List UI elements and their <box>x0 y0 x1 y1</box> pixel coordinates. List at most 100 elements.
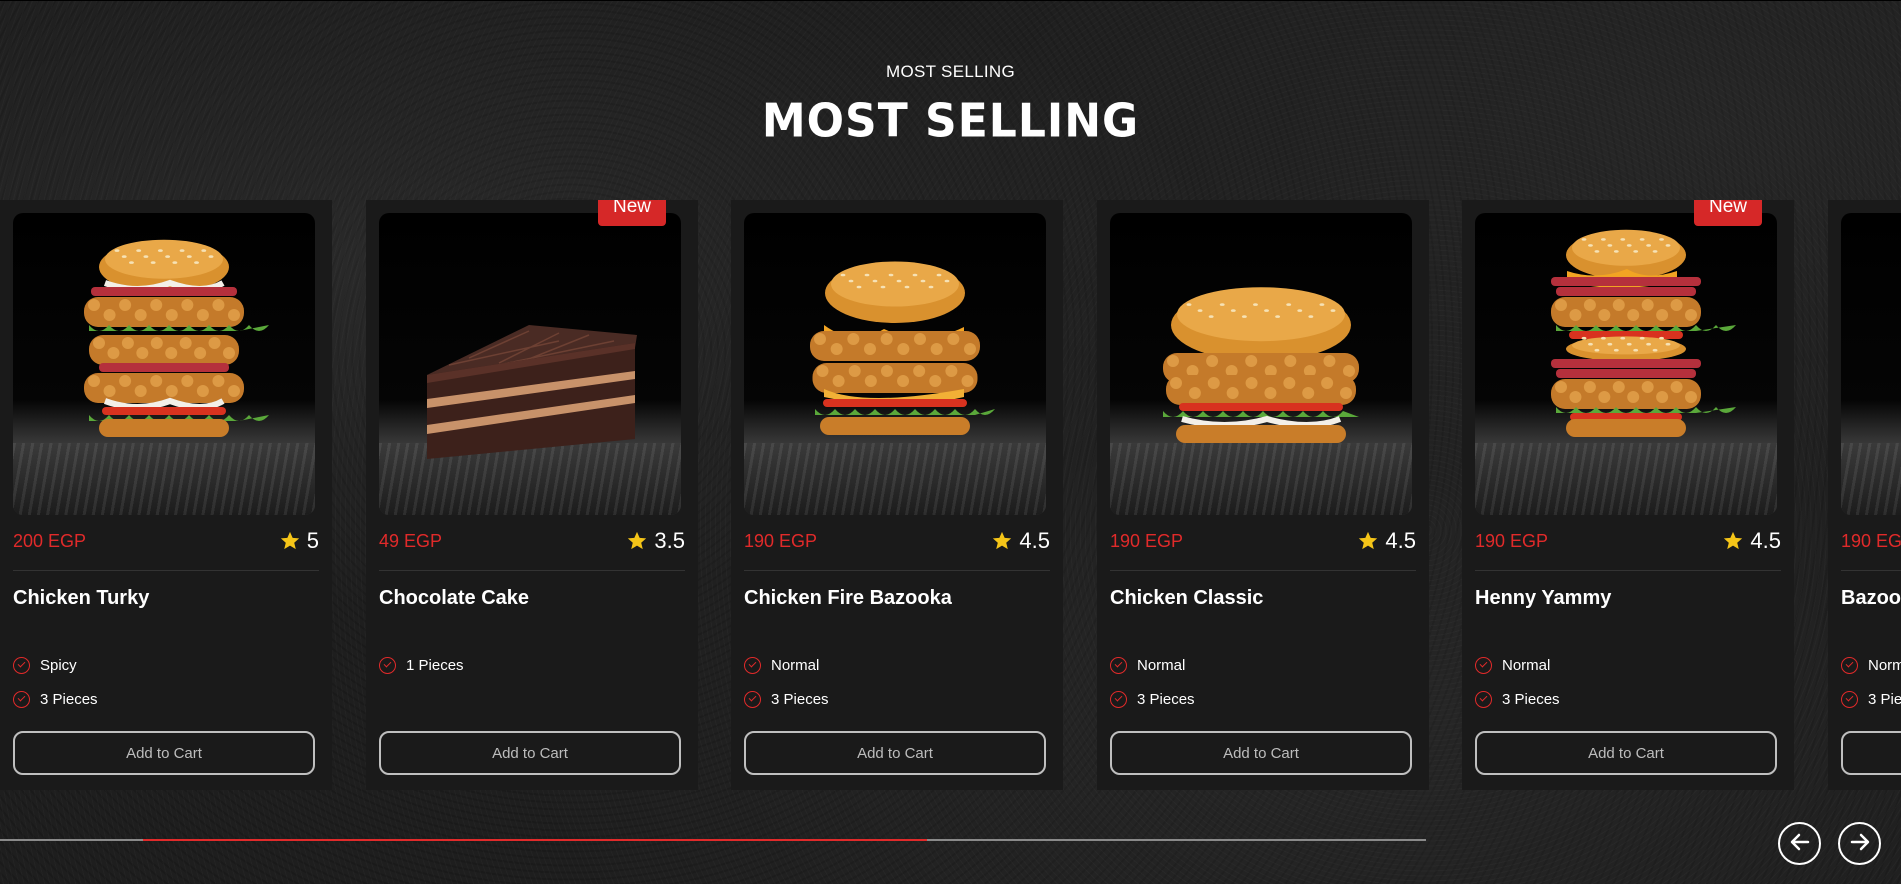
burger-tall-image[interactable] <box>13 213 315 515</box>
feature-list: Normal 3 Pieces <box>1841 648 1901 716</box>
feature-item: Normal <box>1110 648 1416 682</box>
feature-label: Normal <box>1137 656 1186 674</box>
product-price: 49 EGP <box>379 530 443 551</box>
product-rating: 4.5 <box>1357 528 1416 554</box>
feature-label: Normal <box>1502 656 1551 674</box>
add-to-cart-button[interactable]: Add to Cart <box>379 731 681 775</box>
product-name[interactable]: Chocolate Cake <box>379 587 685 610</box>
check-circle-icon <box>1475 656 1492 674</box>
feature-item: Normal <box>1841 648 1901 682</box>
add-to-cart-button[interactable]: Add to Cart <box>1475 731 1777 775</box>
check-circle-icon <box>744 656 761 674</box>
feature-label: 3 Pieces <box>1868 690 1901 708</box>
arrow-left-icon <box>1789 831 1811 856</box>
feature-item: Normal <box>744 648 1050 682</box>
product-card[interactable]: 200 EGP 5 Chicken Turky Spicy 3 Pieces A… <box>0 200 332 790</box>
check-circle-icon <box>1841 690 1858 708</box>
feature-item: 3 Pieces <box>1475 682 1781 716</box>
product-card[interactable]: 190 EGP Bazooka Normal 3 Pieces Add to C… <box>1828 200 1901 790</box>
star-icon <box>1357 530 1379 552</box>
slider-progress-track <box>0 839 1426 841</box>
check-circle-icon <box>1110 690 1127 708</box>
feature-item: Spicy <box>13 648 319 682</box>
check-circle-icon <box>379 656 396 674</box>
rating-value: 4.5 <box>1750 528 1781 553</box>
product-price: 200 EGP <box>13 530 87 551</box>
feature-item: 1 Pieces <box>379 648 685 682</box>
add-to-cart-button[interactable]: Add to Cart <box>1110 731 1412 775</box>
prev-button[interactable] <box>1778 822 1821 865</box>
feature-item: 3 Pieces <box>13 682 319 716</box>
add-to-cart-button[interactable]: Add to Cart <box>1841 731 1901 775</box>
rating-value: 4.5 <box>1385 528 1416 553</box>
slider-progress-fill <box>142 839 927 841</box>
check-circle-icon <box>1110 656 1127 674</box>
add-to-cart-button[interactable]: Add to Cart <box>13 731 315 775</box>
feature-list: Normal 3 Pieces <box>744 648 1050 716</box>
feature-label: Normal <box>1868 656 1901 674</box>
burger-ham-image[interactable] <box>1475 213 1777 515</box>
product-name[interactable]: Henny Yammy <box>1475 587 1781 610</box>
rating-value: 5 <box>306 528 319 553</box>
card-divider <box>13 570 319 571</box>
product-price: 190 EGP <box>1110 530 1184 551</box>
product-price: 190 EGP <box>744 530 818 551</box>
rating-value: 3.5 <box>654 528 685 553</box>
section-title: MOST SELLING <box>761 94 1140 149</box>
product-name[interactable]: Chicken Fire Bazooka <box>744 587 1050 610</box>
new-badge: New <box>597 200 666 226</box>
burger-cheese-image[interactable] <box>744 213 1046 515</box>
product-rating: 5 <box>279 528 319 554</box>
product-card[interactable]: 190 EGP 4.5 Chicken Fire Bazooka Normal … <box>731 200 1063 790</box>
product-rating: 4.5 <box>1722 528 1781 554</box>
star-icon <box>991 530 1013 552</box>
check-circle-icon <box>1475 690 1492 708</box>
star-icon <box>1722 530 1744 552</box>
top-border <box>0 0 1901 1</box>
feature-label: 1 Pieces <box>406 656 464 674</box>
product-rating: 3.5 <box>626 528 685 554</box>
feature-item: 3 Pieces <box>744 682 1050 716</box>
feature-label: 3 Pieces <box>40 690 98 708</box>
section-eyebrow: MOST SELLING <box>886 62 1015 81</box>
card-divider <box>1841 570 1901 571</box>
card-divider <box>1110 570 1416 571</box>
rating-value: 4.5 <box>1019 528 1050 553</box>
arrow-right-icon <box>1849 831 1871 856</box>
card-divider <box>1475 570 1781 571</box>
product-rating: 4.5 <box>991 528 1050 554</box>
feature-item: Normal <box>1475 648 1781 682</box>
new-badge: New <box>1693 200 1762 226</box>
product-name[interactable]: Chicken Classic <box>1110 587 1416 610</box>
card-divider <box>744 570 1050 571</box>
feature-label: 3 Pieces <box>1502 690 1560 708</box>
burger-classic-image[interactable] <box>1110 213 1412 515</box>
product-name[interactable]: Chicken Turky <box>13 587 319 610</box>
star-icon <box>626 530 648 552</box>
add-to-cart-button[interactable]: Add to Cart <box>744 731 1046 775</box>
next-button[interactable] <box>1838 822 1881 865</box>
burger-partial-image[interactable] <box>1841 213 1901 515</box>
check-circle-icon <box>13 690 30 708</box>
product-card[interactable]: New 49 EGP 3.5 Chocolate Cake 1 Pieces A… <box>366 200 698 790</box>
star-icon <box>279 530 301 552</box>
cake-image[interactable] <box>379 213 681 515</box>
check-circle-icon <box>744 690 761 708</box>
check-circle-icon <box>1841 656 1858 674</box>
feature-list: Normal 3 Pieces <box>1475 648 1781 716</box>
product-name[interactable]: Bazooka <box>1841 587 1901 610</box>
product-price: 190 EGP <box>1841 530 1901 551</box>
feature-label: 3 Pieces <box>1137 690 1195 708</box>
feature-list: Spicy 3 Pieces <box>13 648 319 716</box>
feature-item: 3 Pieces <box>1110 682 1416 716</box>
section-header: MOST SELLING MOST SELLING <box>0 62 1901 149</box>
feature-label: 3 Pieces <box>771 690 829 708</box>
feature-label: Normal <box>771 656 820 674</box>
feature-list: Normal 3 Pieces <box>1110 648 1416 716</box>
card-divider <box>379 570 685 571</box>
product-card[interactable]: 190 EGP 4.5 Chicken Classic Normal 3 Pie… <box>1097 200 1429 790</box>
check-circle-icon <box>13 656 30 674</box>
product-slider[interactable]: 200 EGP 5 Chicken Turky Spicy 3 Pieces A… <box>0 200 1901 790</box>
feature-label: Spicy <box>40 656 77 674</box>
product-card[interactable]: New 190 EGP 4.5 Henny Yammy Normal 3 Pie… <box>1462 200 1794 790</box>
